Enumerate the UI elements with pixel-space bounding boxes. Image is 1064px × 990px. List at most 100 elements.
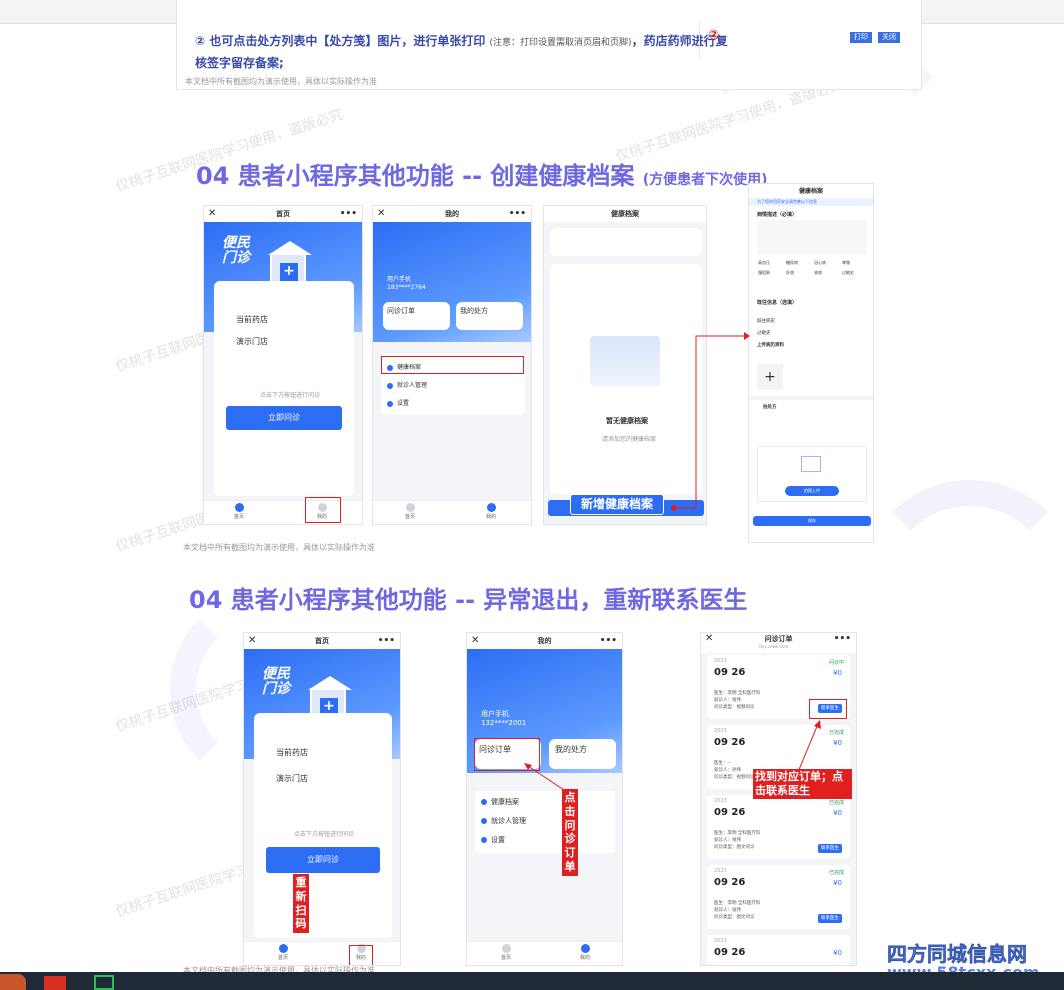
scan-frame-icon: [801, 456, 821, 472]
close-icon: ✕: [248, 635, 257, 646]
os-taskbar: [0, 972, 1064, 990]
orders-url: ttys.cnwh.com: [759, 644, 789, 649]
taskbar-app-icon[interactable]: [44, 976, 66, 990]
instruction-line-1: ② 也可点击处方列表中【处方笺】图片，进行单张打印 (注意：打印设置需取消页眉和…: [195, 34, 728, 48]
print-instructions-card: ② 也可点击处方列表中【处方笺】图片，进行单张打印 (注意：打印设置需取消页眉和…: [176, 0, 922, 90]
order-year: 2023: [714, 868, 727, 874]
decor-arc: [860, 480, 1064, 700]
menu-settings: 设置: [481, 835, 505, 845]
settings-icon: [387, 400, 393, 407]
section-title-health-record: 04 患者小程序其他功能 -- 创建健康档案 (方便患者下次使用): [196, 162, 768, 190]
tab-home: 首页: [278, 942, 288, 961]
save-button: 保存: [753, 516, 871, 526]
order-status: 已完成: [828, 800, 844, 806]
taskbar-app-icon[interactable]: [94, 975, 114, 990]
contact-doctor-button[interactable]: 联系医生: [818, 844, 842, 853]
order-status: 问诊中: [828, 660, 844, 666]
scan-tip: 点击下方按钮进行问诊: [260, 392, 321, 399]
order-card[interactable]: 2023 09 26 ¥0: [707, 935, 850, 965]
document-page: 仅桃子互联网医院学习使用，盗版必究 仅桃子互联网医院学习使用，盗版必究 仅桃子互…: [0, 0, 1064, 990]
close-icon: ✕: [208, 208, 217, 219]
store-name: 演示门店: [236, 337, 268, 346]
order-price: ¥0: [833, 879, 842, 887]
taskbar-app-icon[interactable]: [0, 974, 26, 990]
tab-mine: 我的: [580, 942, 590, 961]
house-illustration: +: [268, 241, 312, 283]
brand-logo: 便民 门诊: [262, 666, 290, 697]
store-name: 演示门店: [276, 774, 308, 783]
contact-doctor-button[interactable]: 联系医生: [818, 914, 842, 923]
tag-grid: 高血压 糖尿病 冠心病 哮喘慢阻肺 肝病 肾病 过敏史: [757, 258, 869, 278]
home-icon: [278, 944, 288, 953]
tab-home: 首页: [405, 501, 415, 520]
order-info: 医生：李明 全科医疗科 就诊人：张伟 问诊类型：图文问诊: [714, 831, 761, 850]
home-icon: [501, 944, 511, 953]
tag-chip: 慢阻肺: [758, 270, 770, 275]
user-icon: [486, 503, 496, 512]
order-date: 09 26: [714, 667, 746, 678]
tip-banner: 为了您的用药安全请完善以下信息: [749, 198, 873, 206]
more-icon: •••: [599, 636, 617, 646]
print-preview-snippet: ② 打印 关闭: [699, 20, 921, 60]
title-bar: ✕ 问诊订单 •••: [701, 633, 856, 653]
pharmacy-ticket: [254, 713, 392, 938]
title-bar: ✕ 我的 •••: [373, 206, 531, 222]
empty-illustration: [590, 336, 660, 386]
order-info: 医生：李明 全科医疗科 就诊人：张伟 问诊类型：图文问诊: [714, 901, 761, 920]
title-bar: ✕ 首页 •••: [204, 206, 362, 222]
close-icon: ✕: [471, 635, 480, 646]
order-price: ¥0: [833, 739, 842, 747]
empty-sub: 请添加您的健康档案: [602, 436, 657, 443]
tag-chip: 冠心病: [814, 260, 826, 265]
title-bar: ✕ 首页 •••: [244, 633, 400, 649]
screen-health-form: 健康档案 为了您的用药安全请完善以下信息 病情描述（必填） 高血压 糖尿病 冠心病哮…: [748, 183, 874, 543]
settings-icon: [481, 837, 487, 843]
rx-label: 我的处方: [555, 745, 587, 754]
menu-settings: 设置: [387, 398, 409, 407]
form-divider: [749, 396, 873, 400]
order-status: 已完成: [828, 870, 844, 876]
order-card[interactable]: 2023 09 26 已完成 ¥0 医生：李明 全科医疗科 就诊人：张伟 问诊类型：图文问诊…: [707, 795, 850, 859]
scan-tip: 点击下方按钮进行问诊: [294, 831, 355, 838]
current-pharmacy-label: 当前药店: [236, 315, 268, 324]
title-bar: 健康档案: [544, 206, 706, 222]
footnote: 本文档中所有截图均为演示使用，具体以实际操作为准: [183, 543, 375, 552]
title-bar: ✕ 我的 •••: [467, 633, 622, 649]
order-year: 2023: [714, 938, 727, 944]
orders-label: 问诊订单: [387, 307, 415, 315]
highlight-contact-doctor: [809, 699, 847, 719]
more-icon: •••: [508, 209, 526, 219]
home-icon: [234, 503, 244, 512]
user-phone: 132****2001: [481, 719, 527, 727]
highlight-health-record: [381, 356, 524, 374]
field-allergy: 过敏史: [757, 331, 771, 336]
order-info: 医生：-- 就诊人：孙伟 问诊类型：视频问诊: [714, 761, 755, 780]
order-date: 09 26: [714, 737, 746, 748]
user-label: 用户手机: [387, 276, 412, 283]
order-year: 2023: [714, 728, 727, 734]
history-label: 病情描述（必填）: [757, 212, 798, 218]
tag-chip: 糖尿病: [786, 260, 798, 265]
info-label: 既往信息（选填）: [757, 300, 798, 306]
screen-mine: ✕ 我的 ••• 用户手机 183****2764 问诊订单 我的处方 健康档案 就…: [372, 205, 532, 525]
section-title-reconnect: 04 患者小程序其他功能 -- 异常退出，重新联系医生: [189, 586, 748, 614]
new-health-record-callout: 新增健康档案: [570, 494, 665, 515]
screen-home: ✕ 首页 ••• 便民 门诊 + 当前药店 演示门店 点击下方按钮进行问诊 立即问诊…: [203, 205, 363, 525]
current-pharmacy-label: 当前药店: [276, 748, 308, 757]
tab-bar: 首页 我的: [467, 941, 622, 965]
menu-health-record: 健康档案: [481, 797, 519, 807]
highlight-mine-tab: [349, 945, 373, 965]
close-icon: ✕: [377, 208, 386, 219]
history-textarea: [757, 220, 867, 254]
order-info: 医生：李明 全科医疗科 就诊人：张伟 问诊类型：视频问诊: [714, 691, 761, 710]
photo-upload-button: 拍照上传: [785, 486, 839, 496]
user-label: 用户手机: [481, 710, 509, 718]
upload-label: 上传病历资料: [757, 343, 784, 348]
start-consult-button: 立即问诊: [266, 847, 380, 873]
order-status: 已完成: [828, 730, 844, 736]
tab-home: 首页: [501, 942, 511, 961]
highlight-mine-tab: [305, 497, 341, 523]
order-card[interactable]: 2023 09 26 已完成 ¥0 医生：李明 全科医疗科 就诊人：张伟 问诊类型：图文问诊…: [707, 865, 850, 929]
record-icon: [481, 799, 487, 805]
upload-plus: +: [757, 364, 783, 390]
